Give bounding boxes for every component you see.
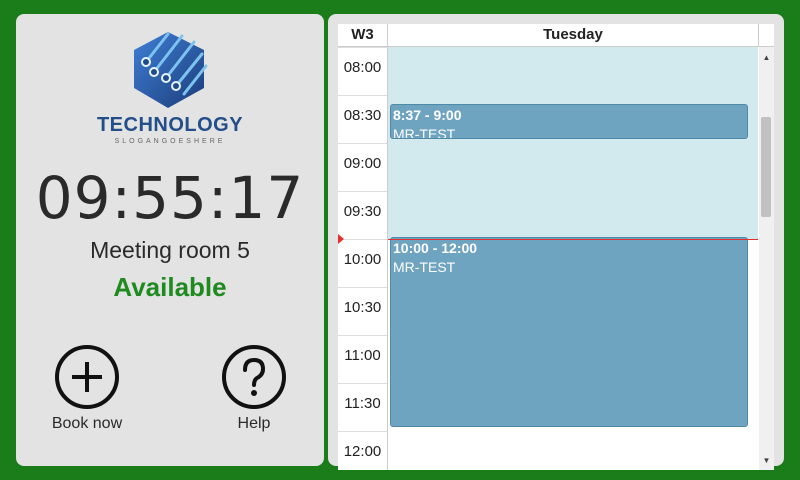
past-time-shading bbox=[388, 47, 758, 239]
calendar-event[interactable]: 8:37 - 9:00 MR-TEST bbox=[390, 104, 748, 139]
day-column[interactable]: 8:37 - 9:00 MR-TEST 10:00 - 12:00 MR-TEST bbox=[388, 47, 758, 470]
schedule-panel: W3 Tuesday 08:00 08:30 09:00 09:30 10:00 10:3… bbox=[328, 14, 784, 470]
time-slot-label: 12:00 bbox=[343, 443, 382, 460]
logo-slogan: SLOGANGOESHERE bbox=[114, 138, 226, 145]
availability-status: Available bbox=[113, 272, 227, 302]
time-slot-divider bbox=[338, 47, 387, 48]
time-slot-divider bbox=[338, 143, 387, 144]
event-title: MR-TEST bbox=[393, 126, 456, 139]
time-slot-label: 09:30 bbox=[343, 203, 382, 220]
scroll-up-arrow-icon[interactable]: ▲ bbox=[759, 51, 774, 65]
event-time: 8:37 - 9:00 bbox=[393, 107, 462, 124]
time-slot-divider bbox=[338, 335, 387, 336]
logo-hexagon-icon bbox=[134, 32, 208, 108]
digital-clock: 09:55:17 bbox=[35, 164, 305, 232]
book-now-label: Book now bbox=[51, 415, 123, 432]
day-name: Tuesday bbox=[388, 24, 759, 46]
time-slot-label: 08:00 bbox=[343, 59, 382, 76]
calendar-header: W3 Tuesday bbox=[338, 24, 774, 47]
day-calendar: W3 Tuesday 08:00 08:30 09:00 09:30 10:00 10:3… bbox=[338, 24, 774, 470]
current-time-line bbox=[388, 239, 758, 240]
current-time-marker-icon bbox=[338, 234, 344, 244]
plus-circle-icon bbox=[55, 345, 119, 409]
time-slot-divider bbox=[338, 239, 387, 240]
time-slot-divider bbox=[338, 287, 387, 288]
info-panel: TECHNOLOGY SLOGANGOESHERE 09:55:17 Meeti… bbox=[16, 14, 324, 466]
time-slot-label: 10:30 bbox=[343, 299, 382, 316]
help-button[interactable]: Help bbox=[204, 344, 304, 433]
event-title: MR-TEST bbox=[393, 259, 456, 275]
event-time: 10:00 - 12:00 bbox=[393, 240, 478, 256]
time-slot-divider bbox=[338, 431, 387, 432]
company-logo: TECHNOLOGY SLOGANGOESHERE bbox=[16, 28, 324, 145]
time-gutter: 08:00 08:30 09:00 09:30 10:00 10:30 11:00 11:30… bbox=[338, 47, 388, 470]
calendar-scrollbar[interactable]: ▲ ▼ bbox=[759, 47, 774, 470]
scroll-down-arrow-icon[interactable]: ▼ bbox=[759, 454, 774, 468]
time-slot-label: 09:00 bbox=[343, 155, 382, 172]
help-label: Help bbox=[237, 415, 271, 432]
time-slot-label: 11:00 bbox=[344, 347, 381, 364]
time-slot-label: 08:30 bbox=[343, 107, 382, 124]
time-slot-divider bbox=[338, 191, 387, 192]
question-circle-icon bbox=[222, 345, 286, 409]
room-name: Meeting room 5 bbox=[90, 237, 250, 263]
week-number: W3 bbox=[338, 24, 388, 46]
logo-title: TECHNOLOGY bbox=[96, 114, 244, 136]
book-now-button[interactable]: Book now bbox=[37, 344, 137, 433]
scroll-thumb[interactable] bbox=[761, 117, 771, 217]
time-slot-label: 11:30 bbox=[344, 395, 381, 412]
calendar-event[interactable]: 10:00 - 12:00 MR-TEST bbox=[390, 237, 748, 427]
time-slot-divider bbox=[338, 383, 387, 384]
time-slot-label: 10:00 bbox=[343, 251, 382, 268]
time-slot-divider bbox=[338, 95, 387, 96]
